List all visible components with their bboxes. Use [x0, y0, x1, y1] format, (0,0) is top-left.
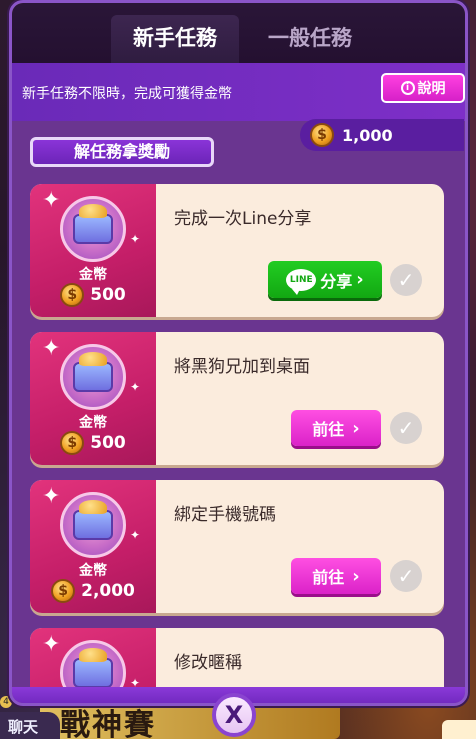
chat-tab[interactable]: 聊天 [0, 712, 60, 739]
task-title: 綁定手機號碼 [174, 505, 276, 525]
task-modal: 新手任務 一般任務 新手任務不限時，完成可獲得金幣 i 說明 $ 1,000 解… [9, 0, 468, 706]
treasure-chest-icon [60, 344, 126, 410]
tab-bar: 新手任務 一般任務 [12, 3, 465, 63]
coin-icon: $ [60, 283, 85, 307]
go-button[interactable]: 前往 › [291, 558, 381, 594]
sparkle-icon: ✦ [130, 528, 141, 542]
reward-amount: $ 500 [30, 431, 156, 455]
task-card: ✦ ✦ 金幣 $ 500 將黑狗兄加到桌面 前往 › ✓ [30, 332, 444, 465]
chevron-right-icon: › [356, 269, 364, 290]
task-title: 完成一次Line分享 [174, 209, 312, 229]
coin-balance-value: 1,000 [342, 125, 393, 145]
coin-icon: $ [310, 123, 334, 147]
sparkle-icon: ✦ [42, 188, 61, 213]
check-icon: ✓ [390, 560, 422, 592]
chevron-right-icon: › [352, 417, 360, 439]
section-title: 解任務拿獎勵 [30, 137, 214, 167]
sparkle-icon: ✦ [130, 380, 141, 394]
reward-value: 2,000 [81, 581, 135, 601]
close-icon: X [224, 701, 244, 729]
info-text: 新手任務不限時，完成可獲得金幣 [22, 86, 232, 102]
task-card: ✦ ✦ 金幣 $ 2,000 綁定手機號碼 前往 › ✓ [30, 480, 444, 613]
go-button-label: 前往 [312, 568, 345, 587]
task-title: 修改暱稱 [174, 653, 242, 673]
reward-panel: ✦ ✦ 金幣 $ 2,000 [30, 480, 156, 613]
info-icon: i [400, 81, 415, 95]
sparkle-icon: ✦ [42, 336, 61, 361]
explain-button-label: 說明 [417, 81, 446, 97]
reward-label: 金幣 [79, 563, 107, 579]
share-button-label: 分享 [320, 271, 353, 291]
sparkle-icon: ✦ [42, 484, 61, 509]
coin-icon: $ [51, 579, 76, 603]
background-decoration [442, 720, 476, 739]
go-button-label: 前往 [312, 420, 345, 439]
check-icon: ✓ [390, 264, 422, 296]
reward-amount: $ 2,000 [30, 579, 156, 603]
coin-balance: $ 1,000 [300, 119, 464, 151]
task-title: 將黑狗兄加到桌面 [174, 357, 310, 377]
sparkle-icon: ✦ [42, 632, 61, 657]
reward-label: 金幣 [79, 267, 107, 283]
coin-icon: $ [60, 431, 85, 455]
task-card: ✦ ✦ 金幣 $ 500 完成一次Line分享 LINE 分享 › ✓ [30, 184, 444, 317]
reward-panel: ✦ ✦ 金幣 $ 500 [30, 184, 156, 317]
explain-button[interactable]: i 說明 [381, 73, 465, 103]
go-button[interactable]: 前往 › [291, 410, 381, 446]
chevron-right-icon: › [352, 565, 360, 587]
reward-panel: ✦ ✦ 金幣 $ 500 [30, 332, 156, 465]
treasure-chest-icon [60, 196, 126, 262]
reward-label: 金幣 [79, 415, 107, 431]
treasure-chest-icon [60, 492, 126, 558]
tab-general-tasks[interactable]: 一般任務 [250, 15, 370, 63]
reward-amount: $ 500 [30, 283, 156, 307]
reward-value: 500 [90, 433, 126, 453]
close-button[interactable]: X [212, 693, 256, 737]
check-icon: ✓ [390, 412, 422, 444]
tab-newbie-tasks[interactable]: 新手任務 [111, 15, 239, 63]
reward-value: 500 [90, 285, 126, 305]
line-logo-icon: LINE [286, 268, 317, 295]
line-share-button[interactable]: LINE 分享 › [268, 261, 382, 298]
sparkle-icon: ✦ [130, 232, 141, 246]
